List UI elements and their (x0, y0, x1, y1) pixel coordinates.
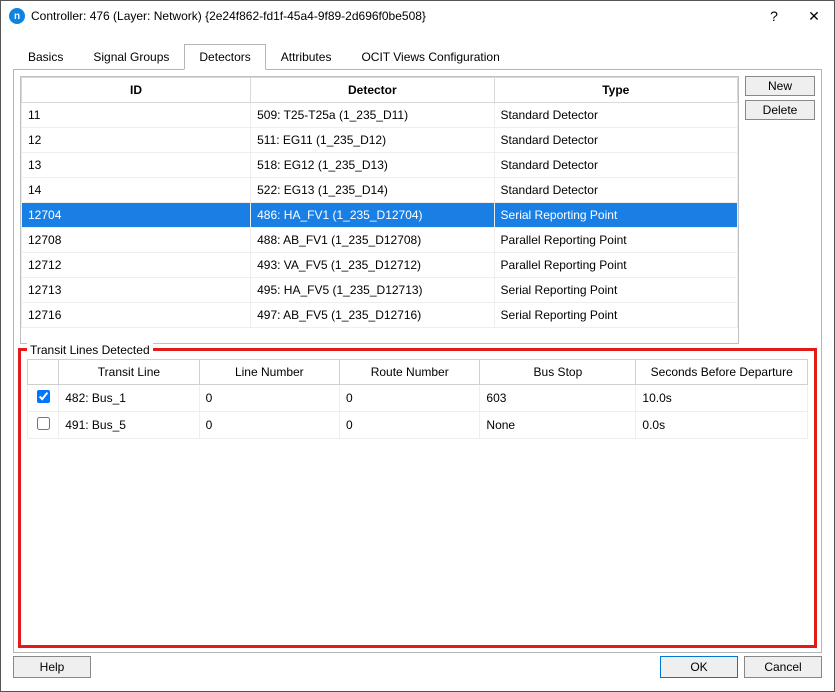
titlebar: n Controller: 476 (Layer: Network) {2e24… (1, 1, 834, 31)
cell-id: 12708 (22, 228, 251, 253)
new-button[interactable]: New (745, 76, 815, 96)
detectors-table: ID Detector Type 11509: T25-T25a (1_235_… (21, 77, 738, 328)
tab-attributes[interactable]: Attributes (266, 44, 347, 70)
window-title: Controller: 476 (Layer: Network) {2e24f8… (31, 9, 754, 23)
cell-id: 12 (22, 128, 251, 153)
cell-id: 11 (22, 103, 251, 128)
table-row[interactable]: 12716497: AB_FV5 (1_235_D12716)Serial Re… (22, 303, 738, 328)
transit-lines-group: Transit Lines Detected Transit Line Line… (20, 350, 815, 646)
col-id[interactable]: ID (22, 78, 251, 103)
cell-detector: 511: EG11 (1_235_D12) (251, 128, 494, 153)
cell-id: 12713 (22, 278, 251, 303)
cell-detector: 518: EG12 (1_235_D13) (251, 153, 494, 178)
cell-detector: 497: AB_FV5 (1_235_D12716) (251, 303, 494, 328)
cell-type: Serial Reporting Point (494, 303, 737, 328)
side-buttons: New Delete (745, 76, 815, 344)
cell-bus-stop: 603 (480, 385, 636, 412)
cell-line-number: 0 (199, 412, 339, 439)
col-detector[interactable]: Detector (251, 78, 494, 103)
detectors-grid-scroll[interactable]: ID Detector Type 11509: T25-T25a (1_235_… (21, 77, 738, 343)
app-icon: n (9, 8, 25, 24)
cell-detector: 488: AB_FV1 (1_235_D12708) (251, 228, 494, 253)
dialog-body: Basics Signal Groups Detectors Attribute… (1, 31, 834, 653)
dialog-window: n Controller: 476 (Layer: Network) {2e24… (0, 0, 835, 692)
group-title: Transit Lines Detected (27, 343, 153, 357)
col-type[interactable]: Type (494, 78, 737, 103)
cell-id: 12704 (22, 203, 251, 228)
table-row[interactable]: 491: Bus_500None0.0s (28, 412, 808, 439)
cell-seconds: 10.0s (636, 385, 808, 412)
table-row[interactable]: 11509: T25-T25a (1_235_D11)Standard Dete… (22, 103, 738, 128)
table-row[interactable]: 482: Bus_10060310.0s (28, 385, 808, 412)
cell-transit-line: 491: Bus_5 (59, 412, 199, 439)
table-row[interactable]: 12713495: HA_FV5 (1_235_D12713)Serial Re… (22, 278, 738, 303)
cell-route-number: 0 (340, 385, 480, 412)
cell-id: 13 (22, 153, 251, 178)
tab-content: ID Detector Type 11509: T25-T25a (1_235_… (13, 70, 822, 653)
col-bus-stop[interactable]: Bus Stop (480, 360, 636, 385)
cell-type: Standard Detector (494, 178, 737, 203)
upper-panel: ID Detector Type 11509: T25-T25a (1_235_… (20, 76, 815, 344)
cell-type: Standard Detector (494, 128, 737, 153)
cell-type: Parallel Reporting Point (494, 253, 737, 278)
close-icon[interactable]: ✕ (794, 1, 834, 31)
cell-type: Standard Detector (494, 153, 737, 178)
dialog-footer: Help OK Cancel (1, 653, 834, 691)
cell-route-number: 0 (340, 412, 480, 439)
cell-transit-line: 482: Bus_1 (59, 385, 199, 412)
cell-line-number: 0 (199, 385, 339, 412)
col-check (28, 360, 59, 385)
cell-type: Parallel Reporting Point (494, 228, 737, 253)
table-row[interactable]: 12704486: HA_FV1 (1_235_D12704)Serial Re… (22, 203, 738, 228)
transit-line-checkbox[interactable] (37, 417, 50, 430)
help-icon[interactable]: ? (754, 1, 794, 31)
table-row[interactable]: 13518: EG12 (1_235_D13)Standard Detector (22, 153, 738, 178)
cell-detector: 493: VA_FV5 (1_235_D12712) (251, 253, 494, 278)
tab-basics[interactable]: Basics (13, 44, 78, 70)
cancel-button[interactable]: Cancel (744, 656, 822, 678)
col-seconds[interactable]: Seconds Before Departure (636, 360, 808, 385)
cell-id: 14 (22, 178, 251, 203)
cell-type: Serial Reporting Point (494, 278, 737, 303)
cell-seconds: 0.0s (636, 412, 808, 439)
table-row[interactable]: 12511: EG11 (1_235_D12)Standard Detector (22, 128, 738, 153)
tab-signal-groups[interactable]: Signal Groups (78, 44, 184, 70)
tab-bar: Basics Signal Groups Detectors Attribute… (13, 43, 822, 70)
cell-bus-stop: None (480, 412, 636, 439)
transit-line-checkbox[interactable] (37, 390, 50, 403)
col-line-number[interactable]: Line Number (199, 360, 339, 385)
cell-detector: 509: T25-T25a (1_235_D11) (251, 103, 494, 128)
cell-id: 12712 (22, 253, 251, 278)
detectors-grid: ID Detector Type 11509: T25-T25a (1_235_… (20, 76, 739, 344)
tab-detectors[interactable]: Detectors (184, 44, 265, 70)
help-button[interactable]: Help (13, 656, 91, 678)
cell-detector: 486: HA_FV1 (1_235_D12704) (251, 203, 494, 228)
col-transit-line[interactable]: Transit Line (59, 360, 199, 385)
table-row[interactable]: 14522: EG13 (1_235_D14)Standard Detector (22, 178, 738, 203)
ok-button[interactable]: OK (660, 656, 738, 678)
cell-detector: 522: EG13 (1_235_D14) (251, 178, 494, 203)
col-route-number[interactable]: Route Number (340, 360, 480, 385)
transit-lines-table: Transit Line Line Number Route Number Bu… (27, 359, 808, 439)
cell-id: 12716 (22, 303, 251, 328)
cell-detector: 495: HA_FV5 (1_235_D12713) (251, 278, 494, 303)
tab-ocit[interactable]: OCIT Views Configuration (346, 44, 514, 70)
delete-button[interactable]: Delete (745, 100, 815, 120)
table-row[interactable]: 12708488: AB_FV1 (1_235_D12708)Parallel … (22, 228, 738, 253)
cell-type: Serial Reporting Point (494, 203, 737, 228)
table-row[interactable]: 12712493: VA_FV5 (1_235_D12712)Parallel … (22, 253, 738, 278)
cell-type: Standard Detector (494, 103, 737, 128)
